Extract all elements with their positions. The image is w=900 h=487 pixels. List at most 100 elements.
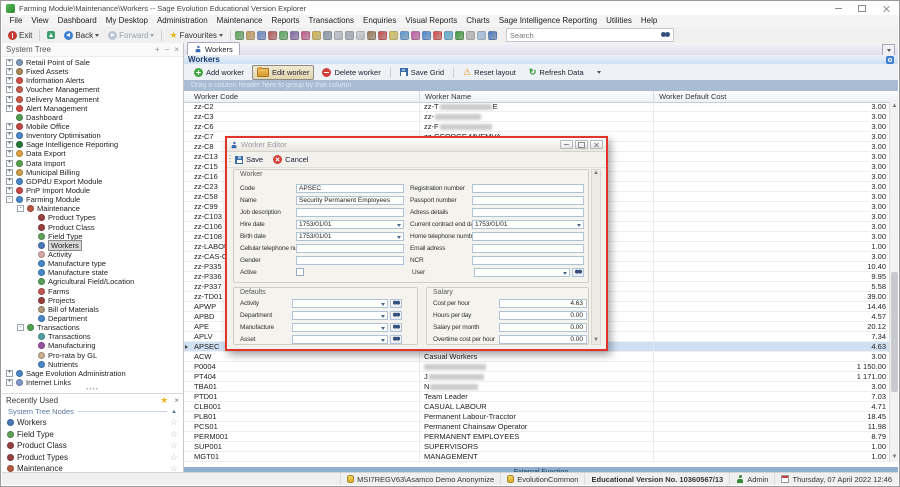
menu-transactions[interactable]: Transactions bbox=[304, 15, 359, 27]
activity-field[interactable] bbox=[292, 299, 388, 308]
column-header-worker-code[interactable]: Worker Code bbox=[189, 91, 420, 102]
table-row[interactable]: PTD01Team Leader7.03 bbox=[184, 392, 889, 402]
lookup-button[interactable] bbox=[390, 335, 402, 344]
lookup-button[interactable] bbox=[390, 299, 402, 308]
tree-item-projects[interactable]: Projects bbox=[2, 296, 183, 305]
toolbar-shortcut-icon[interactable] bbox=[477, 31, 486, 40]
tree-item-internet-links[interactable]: +Internet Links bbox=[2, 378, 183, 387]
toolbar-shortcut-icon[interactable] bbox=[488, 31, 497, 40]
tree-expander-icon[interactable]: + bbox=[6, 178, 13, 185]
tree-item-delivery-management[interactable]: +Delivery Management bbox=[2, 95, 183, 104]
dialog-minimize-button[interactable] bbox=[560, 140, 573, 149]
table-row[interactable]: MGT01MANAGEMENT1.00 bbox=[184, 452, 889, 462]
passport-number-field[interactable] bbox=[472, 196, 584, 205]
toolbar-shortcut-icon[interactable] bbox=[279, 31, 288, 40]
tree-item-workers[interactable]: Workers bbox=[2, 241, 183, 250]
tree-expander-icon[interactable]: - bbox=[17, 205, 24, 212]
toolbar-shortcut-icon[interactable] bbox=[444, 31, 453, 40]
menu-sage-intelligence-reporting[interactable]: Sage Intelligence Reporting bbox=[494, 15, 601, 27]
table-row[interactable]: ACWCasual Workers3.00 bbox=[184, 352, 889, 362]
column-header-worker-default-cost[interactable]: Worker Default Cost bbox=[654, 91, 898, 102]
tree-item-farms[interactable]: Farms bbox=[2, 287, 183, 296]
asset-field[interactable] bbox=[292, 335, 388, 344]
birth-date-field[interactable]: 1753/01/01 bbox=[296, 232, 404, 241]
minimize-button[interactable] bbox=[826, 3, 850, 15]
hire-date-field[interactable]: 1753/01/01 bbox=[296, 220, 404, 229]
tree-item-fixed-assets[interactable]: +Fixed Assets bbox=[2, 67, 183, 76]
tree-item-bill-of-materials[interactable]: Bill of Materials bbox=[2, 305, 183, 314]
tree-item-data-import[interactable]: +Data Import bbox=[2, 159, 183, 168]
favourite-star-icon[interactable]: ☆ bbox=[170, 417, 178, 428]
menu-file[interactable]: File bbox=[5, 15, 27, 27]
toolbar-shortcut-icon[interactable] bbox=[466, 31, 475, 40]
tree-expander-icon[interactable]: + bbox=[6, 77, 13, 84]
menu-maintenance[interactable]: Maintenance bbox=[212, 15, 267, 27]
favourite-star-icon[interactable]: ☆ bbox=[170, 452, 178, 463]
tree-expander-icon[interactable]: + bbox=[6, 59, 13, 66]
close-button[interactable] bbox=[874, 3, 898, 15]
toolbar-shortcut-icon[interactable] bbox=[455, 31, 464, 40]
tree-expander-icon[interactable]: - bbox=[6, 196, 13, 203]
cellular-telephone-number-field[interactable] bbox=[296, 244, 404, 253]
table-row[interactable]: SUP001SUPERVISORS1.00 bbox=[184, 442, 889, 452]
recent-item-field-type[interactable]: Field Type☆ bbox=[2, 429, 183, 441]
tree-item-data-export[interactable]: +Data Export bbox=[2, 149, 183, 158]
current-contract-end-date-field[interactable]: 1753/01/01 bbox=[472, 220, 584, 229]
recent-item-workers[interactable]: Workers☆ bbox=[2, 417, 183, 429]
table-row[interactable]: CLB001CASUAL LABOUR4.71 bbox=[184, 402, 889, 412]
tree-item-department[interactable]: Department bbox=[2, 314, 183, 323]
table-row[interactable]: zz-C2zz-TE3.00 bbox=[184, 102, 889, 112]
tree-expander-icon[interactable]: + bbox=[6, 141, 13, 148]
tree-item-inventory-optimisation[interactable]: +Inventory Optimisation bbox=[2, 131, 183, 140]
hours-per-day-field[interactable]: 0.00 bbox=[499, 311, 587, 320]
toolbar-shortcut-icon[interactable] bbox=[334, 31, 343, 40]
scroll-up-icon[interactable]: ▲ bbox=[891, 103, 898, 110]
gender-field[interactable] bbox=[296, 256, 404, 265]
chevron-down-icon[interactable] bbox=[381, 327, 385, 330]
add-worker-button[interactable]: Add worker bbox=[189, 65, 249, 79]
refresh-data-button[interactable]: ↻Refresh Data bbox=[524, 65, 589, 79]
table-row[interactable]: zz-C6zz-F3.00 bbox=[184, 122, 889, 132]
dialog-scrollbar[interactable]: ▲ ▼ bbox=[591, 169, 601, 345]
tree-item-manufacture-type[interactable]: Manufacture type bbox=[2, 259, 183, 268]
reset-layout-button[interactable]: ⚠Reset layout bbox=[458, 65, 521, 79]
close-panel-icon[interactable]: × bbox=[174, 396, 179, 405]
back-button[interactable]: Back bbox=[61, 30, 102, 41]
tree-expander-icon[interactable]: + bbox=[6, 86, 13, 93]
tree-expander-icon[interactable]: + bbox=[6, 123, 13, 130]
save-grid-button[interactable]: Save Grid bbox=[395, 65, 449, 79]
tree-expander-icon[interactable]: - bbox=[17, 324, 24, 331]
toolbar-shortcut-icon[interactable] bbox=[268, 31, 277, 40]
tree-item-nutrients[interactable]: Nutrients bbox=[2, 360, 183, 369]
tree-expander-icon[interactable]: + bbox=[6, 370, 13, 377]
scrollbar-thumb[interactable] bbox=[891, 272, 898, 392]
chevron-down-icon[interactable] bbox=[381, 315, 385, 318]
department-field[interactable] bbox=[292, 311, 388, 320]
chevron-down-icon[interactable] bbox=[563, 272, 567, 275]
menu-charts[interactable]: Charts bbox=[462, 15, 495, 27]
tree-item-retail-point-of-sale[interactable]: +Retail Point of Sale bbox=[2, 58, 183, 67]
close-panel-icon[interactable]: × bbox=[174, 46, 179, 54]
cost-per-hour-field[interactable]: 4.63 bbox=[499, 299, 587, 308]
search-binoculars-icon[interactable] bbox=[661, 32, 670, 38]
code-field[interactable]: APSEC bbox=[296, 184, 404, 193]
tree-item-pnp-import-module[interactable]: +PnP Import Module bbox=[2, 186, 183, 195]
tree-item-transactions[interactable]: -Transactions bbox=[2, 323, 183, 332]
tree-expander-icon[interactable]: + bbox=[6, 132, 13, 139]
toolbar-shortcut-icon[interactable] bbox=[367, 31, 376, 40]
grid-scrollbar[interactable]: ▲ ▼ bbox=[889, 102, 898, 462]
tree-item-pro-rata-by-gl[interactable]: Pro-rata by GL bbox=[2, 351, 183, 360]
tree-expander-icon[interactable]: + bbox=[6, 105, 13, 112]
recent-item-product-types[interactable]: Product Types☆ bbox=[2, 452, 183, 464]
tree-item-activity[interactable]: Activity bbox=[2, 250, 183, 259]
tree-expander-icon[interactable]: + bbox=[6, 187, 13, 194]
menu-enquiries[interactable]: Enquiries bbox=[358, 15, 400, 27]
menu-my-desktop[interactable]: My Desktop bbox=[101, 15, 152, 27]
tree-item-maintenance[interactable]: -Maintenance bbox=[2, 204, 183, 213]
name-field[interactable]: Security Permanent Employees bbox=[296, 196, 404, 205]
tree-item-field-type[interactable]: Field Type bbox=[2, 232, 183, 241]
toolbar-shortcut-icon[interactable] bbox=[400, 31, 409, 40]
menu-reports[interactable]: Reports bbox=[267, 15, 304, 27]
active-checkbox[interactable] bbox=[296, 268, 304, 276]
menu-administration[interactable]: Administration bbox=[152, 15, 212, 27]
